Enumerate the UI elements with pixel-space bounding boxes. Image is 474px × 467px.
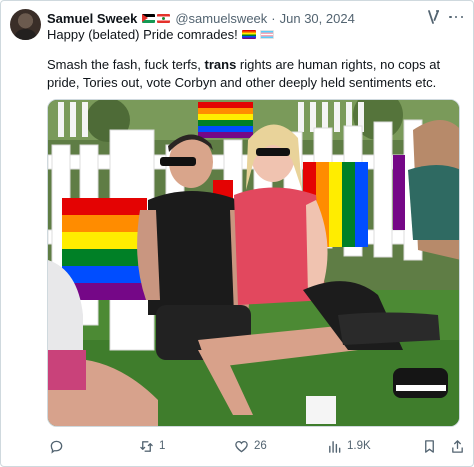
grok-icon[interactable] <box>426 9 442 25</box>
views-count: 1.9K <box>347 440 371 452</box>
more-options-icon[interactable] <box>449 11 463 23</box>
post-card[interactable]: Samuel Sweek @samuelsweek · Jun 30, 2024… <box>0 0 474 467</box>
post-photo[interactable] <box>47 99 460 427</box>
rainbow-flag-icon <box>241 30 256 39</box>
post-body-bold: trans <box>204 57 237 72</box>
author-name[interactable]: Samuel Sweek <box>47 11 137 26</box>
author-flags <box>142 13 171 23</box>
post-body: Smash the fash, fuck terfs, trans rights… <box>47 56 465 92</box>
author-handle[interactable]: @samuelsweek <box>175 11 267 26</box>
post-header: Samuel Sweek @samuelsweek · Jun 30, 2024 <box>47 9 355 27</box>
share-icon <box>452 439 463 453</box>
views-button[interactable]: 1.9K <box>327 434 371 458</box>
heart-icon <box>235 440 248 452</box>
palestine-flag-icon <box>142 13 156 23</box>
repost-count: 1 <box>159 440 166 452</box>
repost-button[interactable]: 1 <box>139 434 165 458</box>
views-icon <box>329 440 341 453</box>
repost-icon <box>140 440 153 452</box>
like-button[interactable]: 26 <box>234 434 267 458</box>
reply-icon <box>50 440 63 454</box>
photo-illustration <box>48 100 459 426</box>
post-body-part1: Smash the fash, fuck terfs, <box>47 57 205 72</box>
like-count: 26 <box>254 440 267 452</box>
bookmark-button[interactable] <box>422 434 437 458</box>
share-button[interactable] <box>450 434 465 458</box>
headline-text: Happy (belated) Pride comrades! <box>47 27 238 42</box>
bookmark-icon <box>425 439 434 453</box>
reply-button[interactable] <box>49 434 69 458</box>
post-headline: Happy (belated) Pride comrades! <box>47 27 274 42</box>
post-date[interactable]: Jun 30, 2024 <box>280 11 355 26</box>
avatar[interactable] <box>10 9 41 40</box>
post-actions: 1 26 1.9K <box>47 434 467 458</box>
transgender-flag-icon <box>259 30 274 39</box>
lebanon-flag-icon <box>157 13 171 23</box>
header-separator: · <box>271 10 276 26</box>
